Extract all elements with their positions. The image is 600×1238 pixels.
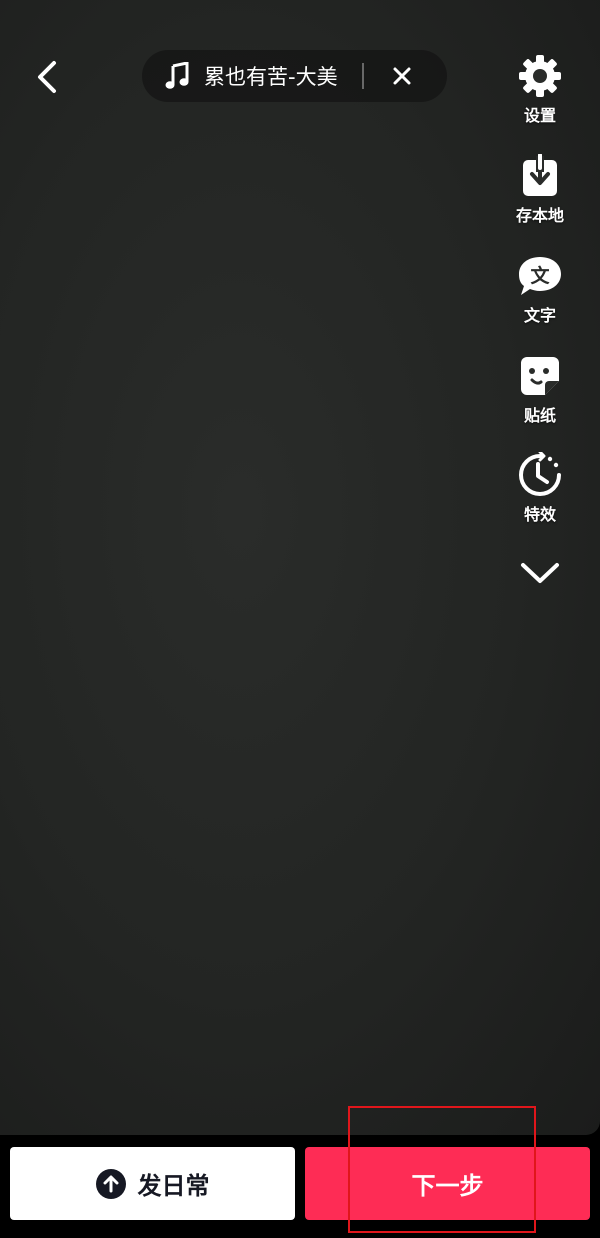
- more-tools-button[interactable]: [518, 556, 562, 590]
- music-title: 累也有苦-大美: [204, 65, 338, 89]
- text-label: 文字: [523, 306, 556, 325]
- save-local-label: 存本地: [515, 206, 564, 225]
- text-button[interactable]: 文 文字: [505, 252, 575, 326]
- sticker-label: 贴纸: [523, 406, 556, 425]
- chevron-down-icon: [521, 563, 559, 583]
- music-selector[interactable]: 累也有苦-大美: [142, 50, 447, 102]
- save-local-button[interactable]: 存本地: [505, 152, 575, 226]
- post-daily-button[interactable]: 发日常: [10, 1147, 295, 1220]
- sticker-button[interactable]: 贴纸: [505, 352, 575, 426]
- chevron-left-icon: [38, 61, 56, 93]
- effects-label: 特效: [523, 505, 556, 524]
- settings-button[interactable]: 设置: [505, 52, 575, 126]
- text-icon-glyph: 文: [530, 264, 550, 287]
- effects-button[interactable]: 特效: [505, 451, 575, 525]
- next-step-label: 下一步: [411, 1172, 484, 1200]
- back-button[interactable]: [30, 58, 64, 96]
- sticker-icon: [516, 352, 564, 400]
- music-note-icon: [164, 61, 190, 91]
- post-daily-label: 发日常: [137, 1172, 210, 1200]
- save-local-icon: [516, 152, 564, 200]
- next-step-button[interactable]: 下一步: [305, 1147, 590, 1220]
- text-icon: 文: [516, 252, 564, 300]
- settings-label: 设置: [523, 106, 556, 125]
- remove-music-button[interactable]: [382, 56, 422, 96]
- arrow-up-circle-icon: [95, 1168, 126, 1199]
- close-icon: [393, 67, 411, 85]
- gear-icon: [516, 52, 564, 100]
- effects-timer-icon: [516, 451, 564, 499]
- divider: [362, 63, 364, 89]
